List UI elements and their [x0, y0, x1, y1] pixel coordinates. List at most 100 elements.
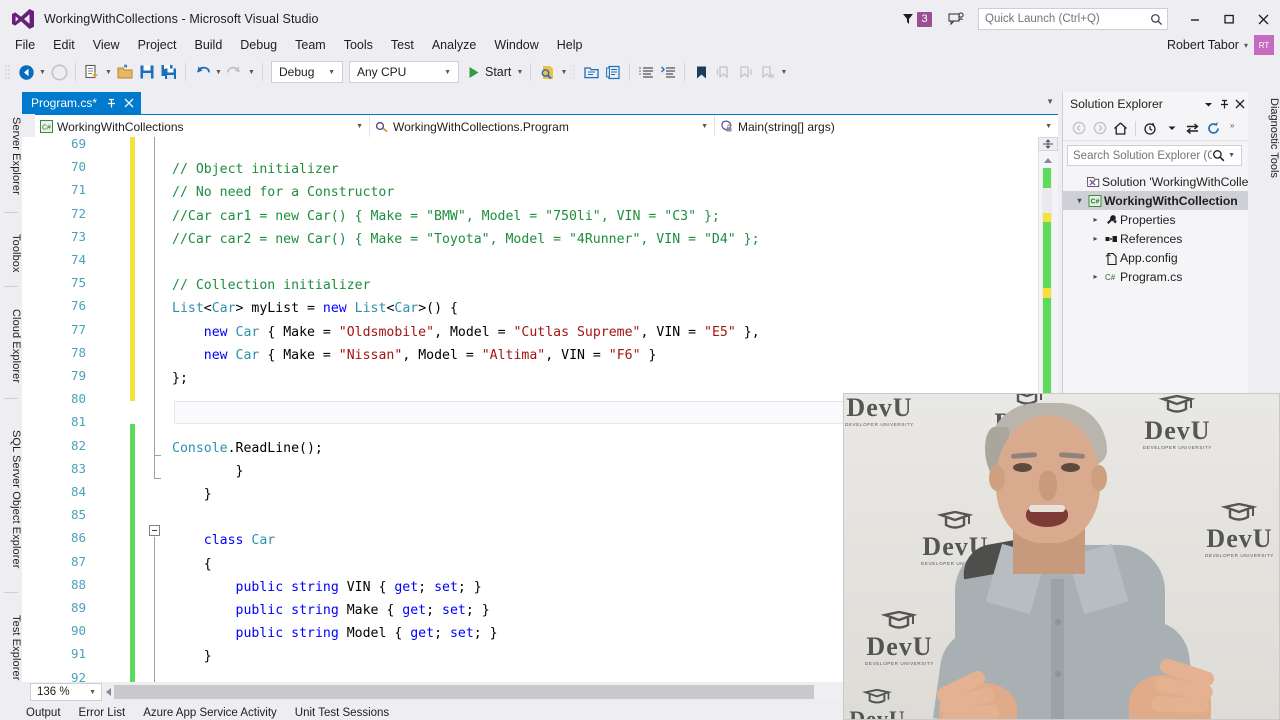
- menu-item-debug[interactable]: Debug: [231, 35, 286, 55]
- code-folding-margin[interactable]: [144, 137, 166, 682]
- redo-button[interactable]: [224, 61, 246, 83]
- se-pending-changes-button[interactable]: [1140, 118, 1161, 138]
- code-line[interactable]: }: [172, 645, 212, 668]
- notifications[interactable]: 3: [901, 11, 932, 27]
- code-line[interactable]: //Car car2 = new Car() { Make = "Toyota"…: [172, 228, 760, 251]
- solution-configuration-combo[interactable]: Debug ▼: [271, 61, 343, 83]
- maximize-button[interactable]: [1212, 4, 1246, 34]
- code-line[interactable]: Console.ReadLine();: [172, 437, 323, 460]
- navigate-forward-button[interactable]: [48, 61, 70, 83]
- chevron-down-icon[interactable]: ▼: [350, 123, 369, 130]
- code-line[interactable]: class Car: [172, 529, 275, 552]
- find-in-files-button[interactable]: [536, 61, 558, 83]
- chevron-down-icon[interactable]: ▼: [89, 689, 101, 696]
- tab-output[interactable]: Output: [26, 707, 61, 719]
- sidebar-item-server-explorer[interactable]: Server Explorer: [0, 100, 22, 208]
- next-bookmark-button[interactable]: [734, 61, 756, 83]
- code-line[interactable]: {: [172, 553, 212, 576]
- tree-node-solution[interactable]: Solution 'WorkingWithCollec: [1063, 172, 1248, 191]
- code-line[interactable]: // Object initializer: [172, 158, 339, 181]
- editor-split-handle[interactable]: [1038, 137, 1058, 151]
- redo-dropdown[interactable]: ▼: [246, 61, 257, 83]
- new-project-button[interactable]: [81, 61, 103, 83]
- start-debug-button[interactable]: Start: [462, 61, 514, 83]
- code-line[interactable]: new Car { Make = "Nissan", Model = "Alti…: [172, 344, 657, 367]
- code-line[interactable]: public string Make { get; set; }: [172, 599, 490, 622]
- previous-bookmark-button[interactable]: [712, 61, 734, 83]
- navbar-member-combo[interactable]: Main(string[] args) ▼: [715, 115, 1058, 138]
- tree-node-properties[interactable]: ▸ Properties: [1063, 210, 1248, 229]
- save-button[interactable]: [136, 61, 158, 83]
- chevron-down-icon[interactable]: ▼: [439, 69, 456, 76]
- se-home-button[interactable]: [1110, 118, 1131, 138]
- search-input[interactable]: [1073, 149, 1213, 162]
- pin-icon[interactable]: [106, 98, 117, 109]
- navigate-back-dropdown[interactable]: ▼: [37, 61, 48, 83]
- chevron-down-icon[interactable]: ▾: [1244, 41, 1248, 50]
- bookmark-button[interactable]: [690, 61, 712, 83]
- panel-pin-button[interactable]: [1216, 95, 1232, 113]
- code-line[interactable]: new Car { Make = "Oldsmobile", Model = "…: [172, 321, 760, 344]
- tree-node-app-config[interactable]: App.config: [1063, 248, 1248, 267]
- solution-explorer-button[interactable]: [580, 61, 602, 83]
- navbar-project-combo[interactable]: C# WorkingWithCollections ▼: [35, 115, 370, 138]
- tree-node-project[interactable]: ▾ C# WorkingWithCollection: [1063, 191, 1248, 210]
- avatar[interactable]: RT: [1254, 35, 1274, 55]
- chevron-down-icon[interactable]: ▼: [1225, 152, 1238, 159]
- new-project-dropdown[interactable]: ▼: [103, 61, 114, 83]
- code-line[interactable]: // No need for a Constructor: [172, 181, 394, 204]
- scroll-up-arrow[interactable]: [1044, 158, 1052, 163]
- clear-bookmarks-button[interactable]: [756, 61, 778, 83]
- properties-window-button[interactable]: [602, 61, 624, 83]
- find-dropdown[interactable]: ▼: [558, 61, 569, 83]
- code-line[interactable]: }: [172, 483, 212, 506]
- menu-item-project[interactable]: Project: [129, 35, 186, 55]
- panel-menu-button[interactable]: [1200, 95, 1216, 113]
- menu-item-edit[interactable]: Edit: [44, 35, 84, 55]
- scroll-left-arrow[interactable]: [106, 688, 111, 696]
- menu-item-window[interactable]: Window: [485, 35, 547, 55]
- se-filter-dropdown[interactable]: [1161, 118, 1182, 138]
- toolbar-grip[interactable]: [4, 63, 12, 81]
- toolbar-overflow-button[interactable]: ▼: [778, 61, 789, 83]
- comment-selection-button[interactable]: [635, 61, 657, 83]
- tab-azure-app-service-activity[interactable]: Azure App Service Activity: [143, 707, 277, 719]
- tab-program-cs[interactable]: Program.cs*: [22, 92, 142, 114]
- uncomment-selection-button[interactable]: [657, 61, 679, 83]
- close-button[interactable]: [1246, 4, 1280, 34]
- undo-dropdown[interactable]: ▼: [213, 61, 224, 83]
- minimize-button[interactable]: [1178, 4, 1212, 34]
- chevron-down-icon[interactable]: ▼: [695, 123, 714, 130]
- chevron-down-icon[interactable]: ▼: [1039, 123, 1058, 130]
- se-refresh-button[interactable]: [1203, 118, 1224, 138]
- menu-item-test[interactable]: Test: [382, 35, 423, 55]
- tab-overflow-icon[interactable]: ▼: [1046, 97, 1054, 106]
- quick-launch-input[interactable]: [985, 13, 1150, 25]
- close-icon[interactable]: [124, 98, 134, 108]
- twisty-expanded[interactable]: ▾: [1073, 196, 1086, 205]
- menu-item-tools[interactable]: Tools: [335, 35, 382, 55]
- tab-unit-test-sessions[interactable]: Unit Test Sessions: [295, 707, 389, 719]
- code-line[interactable]: // Collection initializer: [172, 274, 371, 297]
- tab-error-list[interactable]: Error List: [79, 707, 126, 719]
- solution-explorer-search[interactable]: ▼: [1067, 145, 1242, 166]
- tree-node-references[interactable]: ▸ References: [1063, 229, 1248, 248]
- quick-launch-box[interactable]: [978, 8, 1168, 30]
- sidebar-item-toolbox[interactable]: Toolbox: [0, 220, 22, 282]
- menu-item-team[interactable]: Team: [286, 35, 335, 55]
- menu-item-view[interactable]: View: [84, 35, 129, 55]
- start-dropdown[interactable]: ▼: [514, 61, 525, 83]
- twisty-collapsed[interactable]: ▸: [1089, 215, 1102, 224]
- code-line[interactable]: public string VIN { get; set; }: [172, 576, 482, 599]
- tree-node-program-cs[interactable]: ▸ C# Program.cs: [1063, 267, 1248, 286]
- se-forward-button[interactable]: [1089, 118, 1110, 138]
- code-line[interactable]: }: [172, 460, 244, 483]
- sidebar-item-sql-server-object-explorer[interactable]: SQL Server Object Explorer: [0, 406, 22, 588]
- account-area[interactable]: Robert Tabor ▾ RT: [1167, 33, 1274, 57]
- panel-close-button[interactable]: [1232, 95, 1248, 113]
- code-line[interactable]: public string Model { get; set; }: [172, 622, 498, 645]
- chevron-down-icon[interactable]: ▼: [323, 69, 340, 76]
- code-line[interactable]: List<Car> myList = new List<Car>() {: [172, 297, 458, 320]
- twisty-collapsed[interactable]: ▸: [1089, 272, 1102, 281]
- menu-item-help[interactable]: Help: [548, 35, 592, 55]
